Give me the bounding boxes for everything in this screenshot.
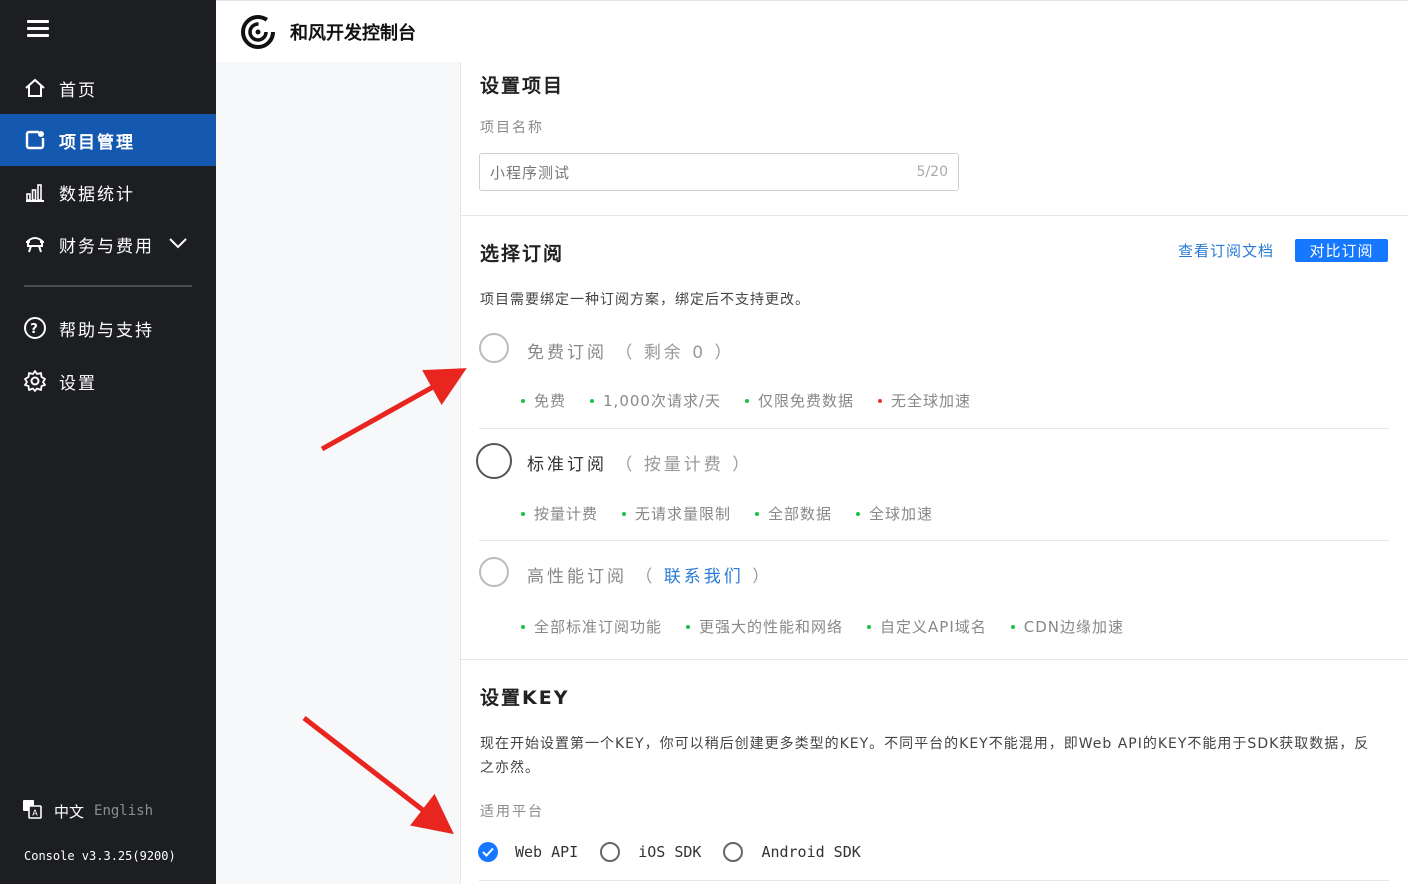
radio-high-performance-plan[interactable] xyxy=(479,557,509,587)
paren-close: ） xyxy=(714,343,735,363)
bar-chart-icon xyxy=(23,180,47,204)
sidebar-item-stats[interactable]: 数据统计 xyxy=(0,166,216,218)
sidebar-item-project[interactable]: 项目管理 xyxy=(0,114,216,166)
help-icon: ? xyxy=(23,316,47,340)
platform-label-text: iOS SDK xyxy=(638,843,702,861)
checkmark-icon xyxy=(478,842,498,862)
svg-text:?: ? xyxy=(30,322,40,337)
section-divider xyxy=(479,880,1389,881)
project-name-label: 项目名称 xyxy=(480,120,544,136)
feature-item: 自定义API域名 xyxy=(867,616,987,637)
sidebar: 首页 项目管理 数据统计 财务与费用 ? 帮助与支持 设置 A 中文 Engli… xyxy=(0,0,216,884)
feature-item: 全球加速 xyxy=(856,503,933,524)
paren-close: ） xyxy=(732,455,753,475)
plan-features-high-performance: 全部标准订阅功能 更强大的性能和网络 自定义API域名 CDN边缘加速 xyxy=(521,616,1148,637)
char-counter: 5/20 xyxy=(916,164,948,180)
sidebar-item-label: 首页 xyxy=(59,80,97,101)
hamburger-menu-icon[interactable] xyxy=(27,20,49,40)
section-divider xyxy=(461,215,1408,216)
annotation-arrow xyxy=(302,716,454,835)
plan-note: 按量计费 xyxy=(643,455,724,475)
paren-open: （ xyxy=(615,343,636,363)
compare-subscription-button[interactable]: 对比订阅 xyxy=(1295,239,1388,262)
radio-icon xyxy=(723,842,744,862)
platform-label-text: Web API xyxy=(515,843,579,861)
project-name-value: 小程序测试 xyxy=(490,163,571,182)
key-description: 现在开始设置第一个KEY，你可以稍后创建更多类型的KEY。不同平台的KEY不能混… xyxy=(480,736,1370,776)
create-project-form: 设置项目 项目名称 小程序测试 5/20 选择订阅 查看订阅文档 对比订阅 项目… xyxy=(460,62,1408,884)
sidebar-item-label: 设置 xyxy=(59,373,97,394)
sidebar-item-label: 帮助与支持 xyxy=(59,320,154,341)
sidebar-item-finance[interactable]: 财务与费用 xyxy=(0,218,216,270)
radio-icon xyxy=(600,842,621,862)
plan-divider xyxy=(479,428,1389,429)
plan-title: 标准订阅 xyxy=(527,455,607,475)
view-subscription-docs-link[interactable]: 查看订阅文档 xyxy=(1178,240,1274,261)
plan-features-free: 免费 1,000次请求/天 仅限免费数据 无全球加速 xyxy=(521,390,995,411)
feature-item: 1,000次请求/天 xyxy=(590,390,721,411)
contact-us-link[interactable]: 联系我们 xyxy=(664,567,744,587)
sidebar-item-help[interactable]: ? 帮助与支持 xyxy=(0,302,216,354)
platform-label: 适用平台 xyxy=(480,804,544,820)
annotation-arrow xyxy=(320,368,467,452)
qweather-logo-icon[interactable] xyxy=(240,14,276,50)
feature-item: 仅限免费数据 xyxy=(745,390,854,411)
project-name-input[interactable]: 小程序测试 5/20 xyxy=(479,153,959,191)
plan-name-high-performance: 高性能订阅 （ 联系我们 ） xyxy=(527,562,772,587)
plan-note: 剩余 0 xyxy=(643,343,707,363)
sidebar-item-settings[interactable]: 设置 xyxy=(0,355,216,407)
feature-item: 更强大的性能和网络 xyxy=(686,616,843,637)
plan-name-free: 免费订阅 （ 剩余 0 ） xyxy=(527,338,734,363)
gear-icon xyxy=(23,369,47,393)
platform-options: Web API iOS SDK Android SDK xyxy=(478,842,883,862)
chevron-down-icon[interactable] xyxy=(168,234,188,254)
plan-title: 高性能订阅 xyxy=(527,567,627,587)
sidebar-item-label: 项目管理 xyxy=(59,132,135,153)
project-icon xyxy=(23,128,47,152)
section-divider xyxy=(461,659,1408,660)
radio-standard-plan[interactable] xyxy=(476,443,512,479)
plan-features-standard: 按量计费 无请求量限制 全部数据 全球加速 xyxy=(521,503,957,524)
section-title-project: 设置项目 xyxy=(480,75,565,97)
feature-item: 免费 xyxy=(521,390,566,411)
sidebar-divider xyxy=(24,285,192,287)
lang-english[interactable]: English xyxy=(94,803,153,819)
lang-chinese[interactable]: 中文 xyxy=(54,801,84,822)
feature-item: 无请求量限制 xyxy=(622,503,731,524)
paren-open: （ xyxy=(635,567,656,587)
language-switcher: A 中文 English xyxy=(22,799,153,823)
app-title: 和风开发控制台 xyxy=(290,22,416,44)
platform-web-api[interactable]: Web API xyxy=(478,842,578,862)
subscription-description: 项目需要绑定一种订阅方案，绑定后不支持更改。 xyxy=(480,292,810,308)
section-title-key: 设置KEY xyxy=(480,687,570,709)
feature-item: 全部标准订阅功能 xyxy=(521,616,662,637)
feature-item: 按量计费 xyxy=(521,503,598,524)
platform-android-sdk[interactable]: Android SDK xyxy=(723,842,861,862)
platform-label-text: Android SDK xyxy=(761,843,861,861)
radio-free-plan[interactable] xyxy=(479,333,509,363)
translate-icon[interactable]: A xyxy=(22,799,42,823)
plan-name-standard: 标准订阅 （ 按量计费 ） xyxy=(527,450,752,475)
section-title-subscription: 选择订阅 xyxy=(480,243,565,265)
feature-item: 无全球加速 xyxy=(878,390,971,411)
sidebar-item-label: 数据统计 xyxy=(59,184,135,205)
feature-item: 全部数据 xyxy=(755,503,832,524)
console-version: Console v3.3.25(9200) xyxy=(24,849,176,863)
platform-ios-sdk[interactable]: iOS SDK xyxy=(600,842,701,862)
top-header: 和风开发控制台 xyxy=(216,0,1408,62)
paren-close: ） xyxy=(752,567,773,587)
sidebar-item-home[interactable]: 首页 xyxy=(0,62,216,114)
plan-title: 免费订阅 xyxy=(527,343,607,363)
paren-open: （ xyxy=(615,455,636,475)
home-icon xyxy=(23,76,47,100)
finance-icon xyxy=(23,232,47,256)
plan-divider xyxy=(479,540,1389,541)
sidebar-item-label: 财务与费用 xyxy=(59,236,154,257)
feature-item: CDN边缘加速 xyxy=(1010,616,1124,637)
svg-text:A: A xyxy=(32,809,38,818)
